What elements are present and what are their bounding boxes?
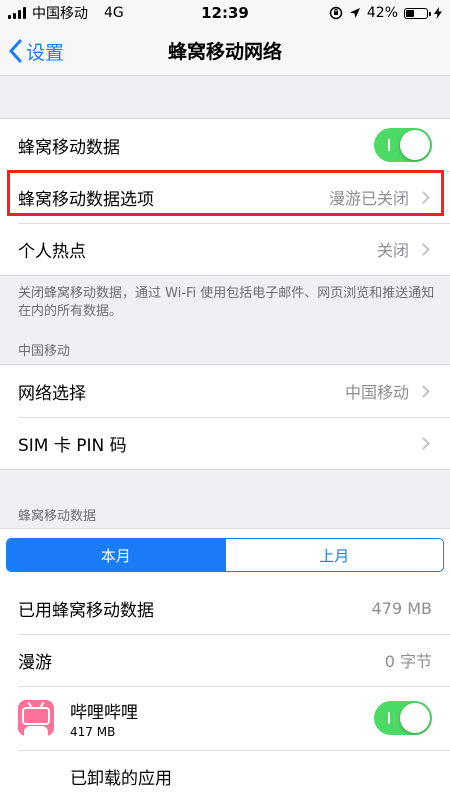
signal-icon — [8, 7, 26, 19]
chevron-right-icon — [417, 384, 430, 398]
back-label: 设置 — [26, 41, 65, 64]
chevron-right-icon — [417, 242, 430, 256]
app-usage-row: 哔哩哔哩 417 MB — [0, 686, 450, 750]
roaming-value: 0 字节 — [384, 652, 432, 671]
status-left: 中国移动 4G — [8, 3, 124, 23]
used-cellular-data-row: 已用蜂窝移动数据 479 MB — [0, 582, 450, 634]
cellular-settings-group: 蜂窝移动数据 蜂窝移动数据选项 漫游已关闭 个人热点 关闭 — [0, 118, 450, 276]
location-arrow-icon — [349, 8, 360, 18]
roaming-row: 漫游 0 字节 — [0, 634, 450, 686]
orientation-lock-icon — [329, 6, 343, 20]
page-title: 蜂窝移动网络 — [167, 41, 282, 63]
uninstalled-apps-label: 已卸载的应用 — [70, 768, 172, 789]
network-selection-row[interactable]: 网络选择 中国移动 — [0, 365, 450, 417]
toggle-on-mark — [388, 712, 390, 724]
usage-section-header: 蜂窝移动数据 — [18, 509, 97, 524]
sim-pin-label: SIM 卡 PIN 码 — [18, 435, 127, 456]
used-cellular-data-value: 479 MB — [371, 598, 432, 618]
back-button[interactable]: 设置 — [8, 26, 64, 76]
personal-hotspot-row[interactable]: 个人热点 关闭 — [0, 223, 450, 275]
battery-icon — [404, 7, 431, 19]
battery-percent: 42% — [366, 5, 398, 21]
toggle-on-mark — [388, 139, 390, 151]
sim-pin-row[interactable]: SIM 卡 PIN 码 — [0, 417, 450, 469]
chevron-right-icon — [417, 190, 430, 204]
carrier-section-header: 中国移动 — [18, 344, 71, 359]
tab-last-month[interactable]: 上月 — [224, 539, 444, 571]
cellular-data-options-value: 漫游已关闭 — [328, 189, 409, 208]
status-right: 42% — [329, 5, 442, 21]
cellular-data-footnote: 关闭蜂窝移动数据，通过 Wi-Fi 使用包括电子邮件、网页浏览和推送通知在内的所… — [18, 286, 435, 319]
cellular-data-label: 蜂窝移动数据 — [18, 137, 120, 158]
personal-hotspot-value: 关闭 — [376, 241, 409, 260]
cellular-data-row: 蜂窝移动数据 — [0, 119, 450, 171]
status-bar: 中国移动 4G 12:39 42% — [0, 0, 450, 26]
toggle-knob — [400, 130, 430, 160]
chevron-right-icon — [417, 436, 430, 450]
cellular-data-options-label: 蜂窝移动数据选项 — [18, 189, 154, 210]
app-size: 417 MB — [70, 724, 116, 739]
used-cellular-data-label: 已用蜂窝移动数据 — [18, 600, 154, 621]
navigation-bar: 设置 蜂窝移动网络 — [0, 26, 450, 76]
app-name: 哔哩哔哩 — [70, 702, 138, 723]
period-segmented-control: 本月 上月 — [6, 538, 444, 572]
chevron-left-icon — [9, 39, 22, 63]
battery-fill — [406, 9, 415, 17]
network-selection-label: 网络选择 — [18, 383, 86, 404]
cellular-data-toggle[interactable] — [374, 128, 432, 162]
network-selection-value: 中国移动 — [344, 383, 409, 402]
carrier-name: 中国移动 — [32, 6, 88, 22]
bilibili-app-icon — [18, 700, 54, 736]
charging-bolt-icon — [434, 7, 442, 19]
personal-hotspot-label: 个人热点 — [18, 241, 86, 262]
tab-this-month[interactable]: 本月 — [7, 539, 225, 571]
network-type: 4G — [104, 5, 124, 21]
roaming-label: 漫游 — [18, 652, 52, 673]
toggle-knob — [400, 703, 430, 733]
uninstalled-apps-row[interactable]: 已卸载的应用 — [0, 750, 450, 800]
app-text: 哔哩哔哩 417 MB — [70, 698, 374, 739]
carrier-group: 网络选择 中国移动 SIM 卡 PIN 码 — [0, 364, 450, 470]
cellular-data-options-row[interactable]: 蜂窝移动数据选项 漫游已关闭 — [0, 171, 450, 223]
app-cellular-toggle[interactable] — [374, 701, 432, 735]
